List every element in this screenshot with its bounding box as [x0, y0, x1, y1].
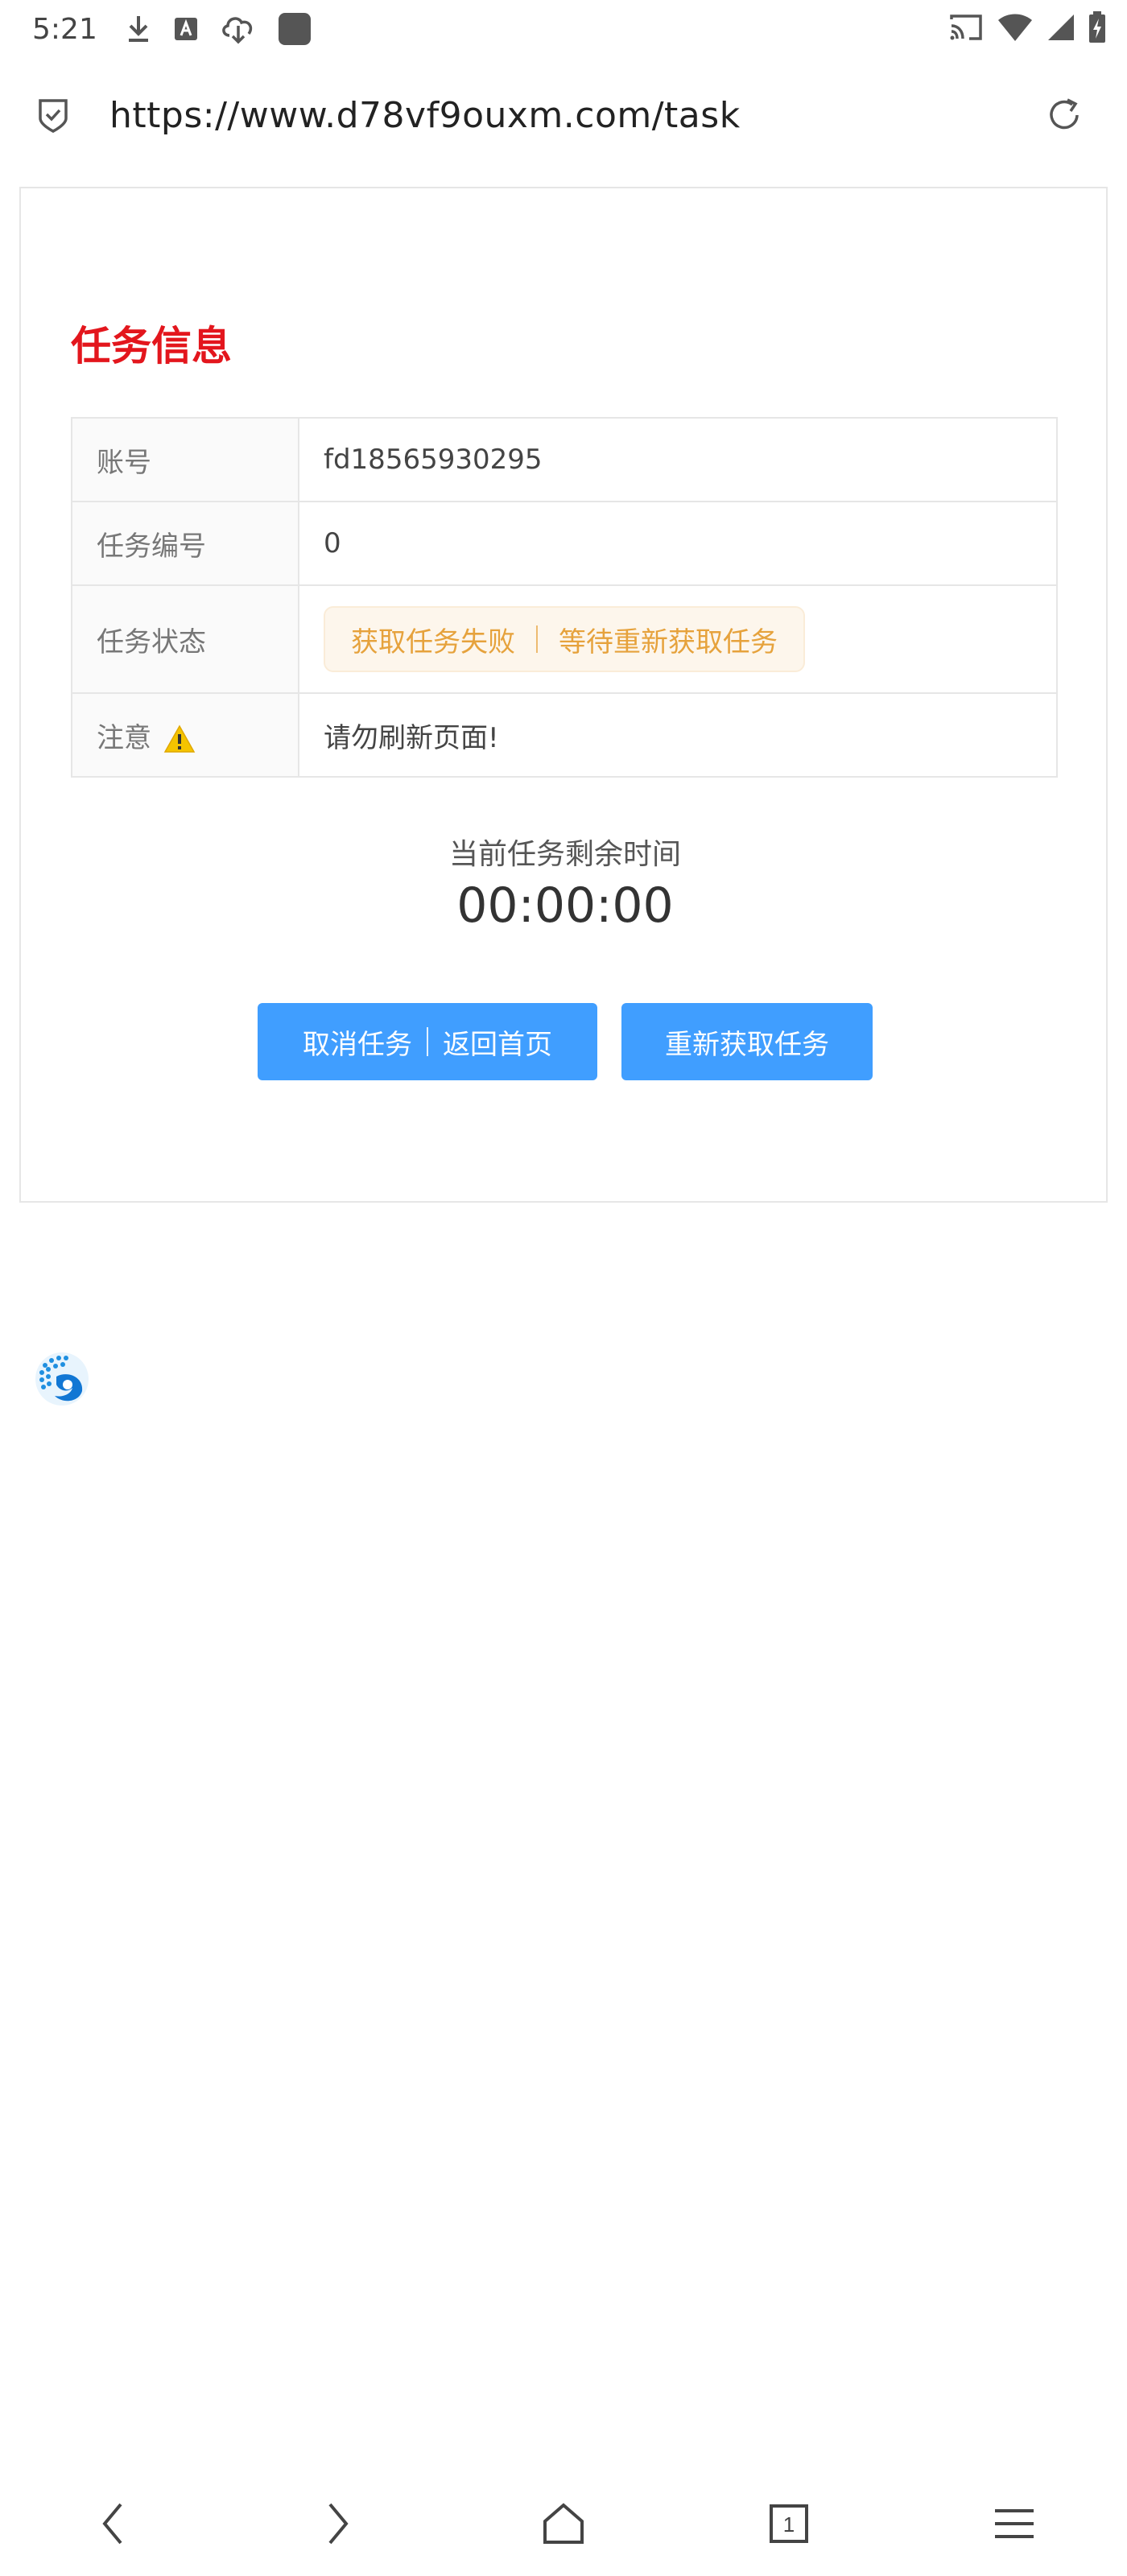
tabs-button[interactable]: 1 — [757, 2491, 821, 2556]
url-text[interactable]: https://www.d78vf9ouxm.com/task — [109, 95, 1043, 136]
forward-button[interactable] — [306, 2491, 370, 2556]
tabs-icon: 1 — [770, 2504, 808, 2543]
tab-count: 1 — [783, 2512, 795, 2537]
notice-label: 注意 — [97, 721, 151, 754]
status-badge: 获取任务失败 等待重新获取任务 — [324, 606, 805, 672]
notice-value: 请勿刷新页面! — [298, 692, 1058, 778]
signal-icon — [1048, 14, 1074, 40]
wifi-icon — [998, 14, 1032, 41]
task-info-table: 账号 fd18565930295 任务编号 0 任务状态 获取任务失败 等待重新… — [71, 417, 1058, 778]
button-divider — [427, 1027, 428, 1056]
reload-icon[interactable] — [1043, 94, 1085, 136]
table-row-account: 账号 fd18565930295 — [71, 417, 1058, 502]
status-system-icons — [948, 11, 1106, 43]
forward-icon — [328, 2503, 349, 2545]
menu-button[interactable] — [982, 2491, 1046, 2556]
address-bar[interactable]: https://www.d78vf9ouxm.com/task — [0, 71, 1127, 159]
table-row-task-status: 任务状态 获取任务失败 等待重新获取任务 — [71, 584, 1058, 694]
cancel-task-button[interactable]: 取消任务 返回首页 — [258, 1003, 597, 1080]
back-home-label: 返回首页 — [443, 1028, 552, 1061]
cloud-download-icon — [222, 17, 252, 44]
home-button[interactable] — [531, 2491, 596, 2556]
app-square-icon — [278, 13, 311, 45]
task-number-value: 0 — [298, 501, 1058, 586]
task-card: 任务信息 账号 fd18565930295 任务编号 0 任务状态 获取任务失败… — [19, 187, 1108, 1203]
account-label: 账号 — [71, 417, 299, 502]
task-number-label: 任务编号 — [71, 501, 299, 586]
download-icon — [128, 16, 148, 42]
status-badge-right: 等待重新获取任务 — [559, 625, 778, 658]
browser-bottom-nav: 1 — [0, 2471, 1127, 2576]
status-notification-icons — [125, 12, 312, 46]
page-title: 任务信息 — [71, 323, 232, 369]
remaining-time-label: 当前任务剩余时间 — [448, 838, 681, 871]
cast-icon — [950, 14, 982, 40]
task-status-label: 任务状态 — [71, 584, 299, 694]
warning-icon — [163, 724, 196, 753]
back-icon — [102, 2503, 122, 2545]
battery-charging-icon — [1089, 11, 1105, 43]
floating-app-logo-icon[interactable] — [32, 1349, 92, 1409]
shield-check-icon[interactable] — [35, 97, 71, 133]
menu-icon — [995, 2509, 1034, 2538]
status-badge-left: 获取任务失败 — [351, 625, 515, 658]
status-time: 5:21 — [32, 12, 97, 46]
account-value: fd18565930295 — [298, 417, 1058, 502]
table-row-task-number: 任务编号 0 — [71, 501, 1058, 586]
retry-task-button[interactable]: 重新获取任务 — [621, 1003, 873, 1080]
status-bar: 5:21 — [0, 0, 1127, 58]
remaining-time-value: 00:00:00 — [456, 877, 674, 934]
font-a-icon — [174, 18, 197, 40]
table-row-notice: 注意 请勿刷新页面! — [71, 692, 1058, 778]
status-badge-divider — [536, 625, 538, 653]
cancel-task-label: 取消任务 — [303, 1028, 412, 1061]
back-button[interactable] — [80, 2491, 145, 2556]
home-icon — [543, 2503, 584, 2544]
